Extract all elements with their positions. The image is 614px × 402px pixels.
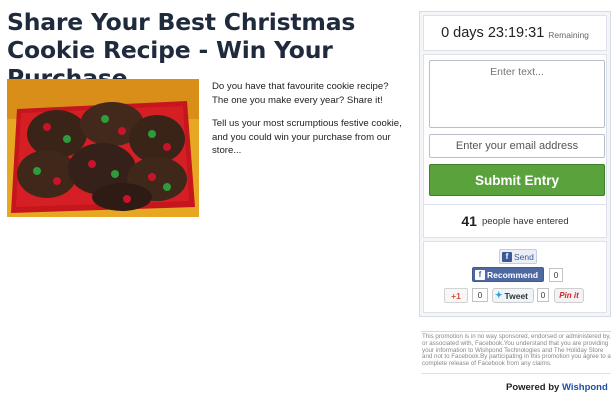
entry-sidebar: 0 days 23:19:31 Remaining Submit Entry 4…	[419, 11, 611, 317]
wishpond-link[interactable]: Wishpond	[562, 382, 608, 393]
facebook-recommend-button[interactable]: f Recommend	[472, 267, 544, 282]
promo-description: Do you have that favourite cookie recipe…	[212, 80, 402, 168]
submit-entry-button[interactable]: Submit Entry	[429, 164, 605, 196]
entries-label: people have entered	[481, 215, 569, 227]
powered-by: Powered by Wishpond	[506, 382, 608, 393]
tweet-count: 0	[537, 288, 549, 302]
divider	[421, 331, 611, 332]
cookie-photo	[7, 79, 199, 217]
facebook-send-button[interactable]: f Send	[499, 249, 537, 264]
twitter-bird-icon: ✦	[495, 290, 503, 300]
google-plus-count: 0	[472, 288, 488, 302]
email-field[interactable]	[429, 134, 605, 158]
divider	[421, 373, 611, 374]
entry-form: Submit Entry	[423, 54, 607, 210]
google-plus-button[interactable]: +1	[444, 288, 468, 303]
disclaimer-text: This promotion is in no way sponsored, e…	[422, 333, 611, 368]
pin-it-button[interactable]: Pin it	[554, 288, 584, 303]
entries-count: 41	[461, 213, 477, 229]
recommend-count: 0	[549, 268, 563, 282]
social-share-panel: f Send f Recommend 0 +1 0 ✦ Tweet 0 Pin …	[423, 241, 607, 313]
tweet-label: Tweet	[504, 290, 529, 301]
description-paragraph-1: Do you have that favourite cookie recipe…	[212, 81, 389, 106]
powered-by-label: Powered by	[506, 382, 560, 393]
facebook-send-label: Send	[514, 251, 534, 262]
countdown-label: Remaining	[548, 29, 589, 40]
facebook-icon: f	[475, 269, 485, 280]
entries-counter: 41 people have entered	[423, 204, 607, 238]
countdown-value: 0 days 23:19:31	[441, 25, 545, 41]
description-paragraph-2: Tell us your most scrumptious festive co…	[212, 118, 402, 156]
recipe-text-input[interactable]	[429, 60, 605, 128]
tweet-button[interactable]: ✦ Tweet	[492, 288, 534, 303]
facebook-recommend-label: Recommend	[487, 269, 539, 280]
facebook-icon: f	[502, 251, 512, 262]
countdown-timer: 0 days 23:19:31 Remaining	[423, 15, 607, 51]
